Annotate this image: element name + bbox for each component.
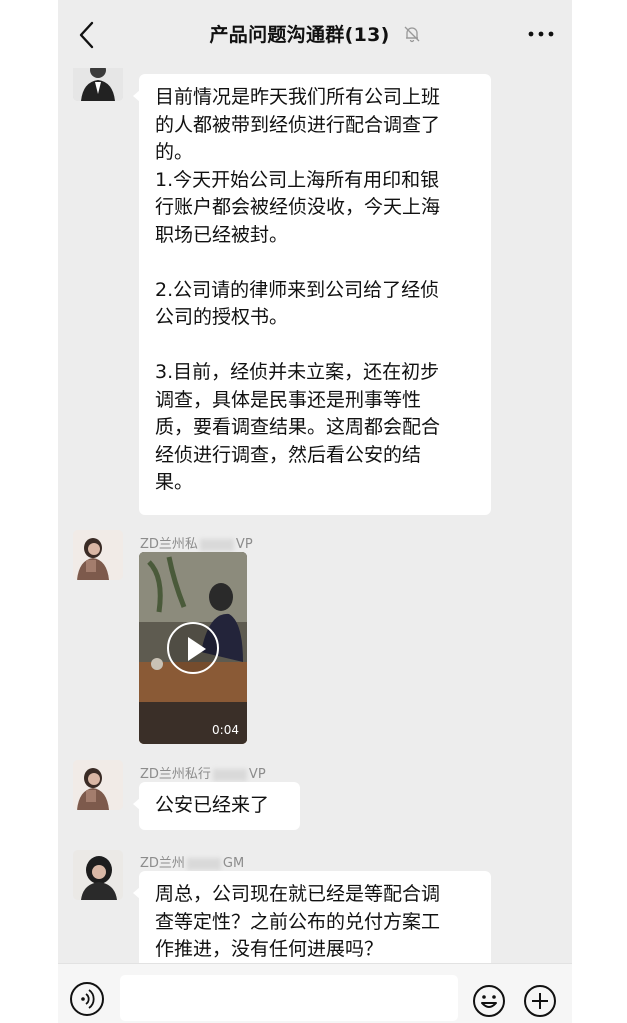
group-name: 产品问题沟通群(13) <box>209 24 390 46</box>
sender-name: ZD兰州私 VP <box>140 537 253 552</box>
plus-button[interactable] <box>523 984 557 1018</box>
video-message[interactable]: 0:04 <box>139 552 247 744</box>
avatar[interactable] <box>73 760 123 810</box>
bell-off-icon <box>404 26 419 43</box>
message-bubble[interactable]: 周总，公司现在就已经是等配合调 查等定性？之前公布的兑付方案工 作推进，没有任何… <box>133 871 491 963</box>
avatar[interactable] <box>73 850 123 900</box>
chat-title: 产品问题沟通群(13) <box>58 20 572 47</box>
chat-header: 产品问题沟通群(13) <box>58 0 572 68</box>
message-list[interactable]: 目前情况是昨天我们所有公司上班 的人都被带到经侦进行配合调查了 的。 1.今天开… <box>58 60 572 963</box>
more-dots-icon <box>528 31 554 37</box>
sender-name: ZD兰州 GM <box>140 856 245 871</box>
plus-icon <box>524 985 556 1017</box>
chat-screen: 产品问题沟通群(13) 目前情况是昨天我们所有公司上班 的人都被带到经侦进行配合… <box>58 0 572 1023</box>
video-duration: 0:04 <box>212 723 239 737</box>
emoji-icon <box>473 985 505 1017</box>
sender-name: ZD兰州私行 VP <box>140 767 266 782</box>
play-icon[interactable] <box>167 622 219 674</box>
avatar[interactable] <box>73 530 123 580</box>
voice-icon <box>81 989 95 1009</box>
more-button[interactable] <box>526 24 556 44</box>
message-bubble[interactable]: 目前情况是昨天我们所有公司上班 的人都被带到经侦进行配合调查了 的。 1.今天开… <box>133 74 491 515</box>
voice-button[interactable] <box>70 982 104 1016</box>
emoji-button[interactable] <box>472 984 506 1018</box>
message-bubble[interactable]: 公安已经来了 <box>133 782 300 830</box>
message-input[interactable] <box>120 975 458 1021</box>
input-bar <box>58 963 572 1023</box>
